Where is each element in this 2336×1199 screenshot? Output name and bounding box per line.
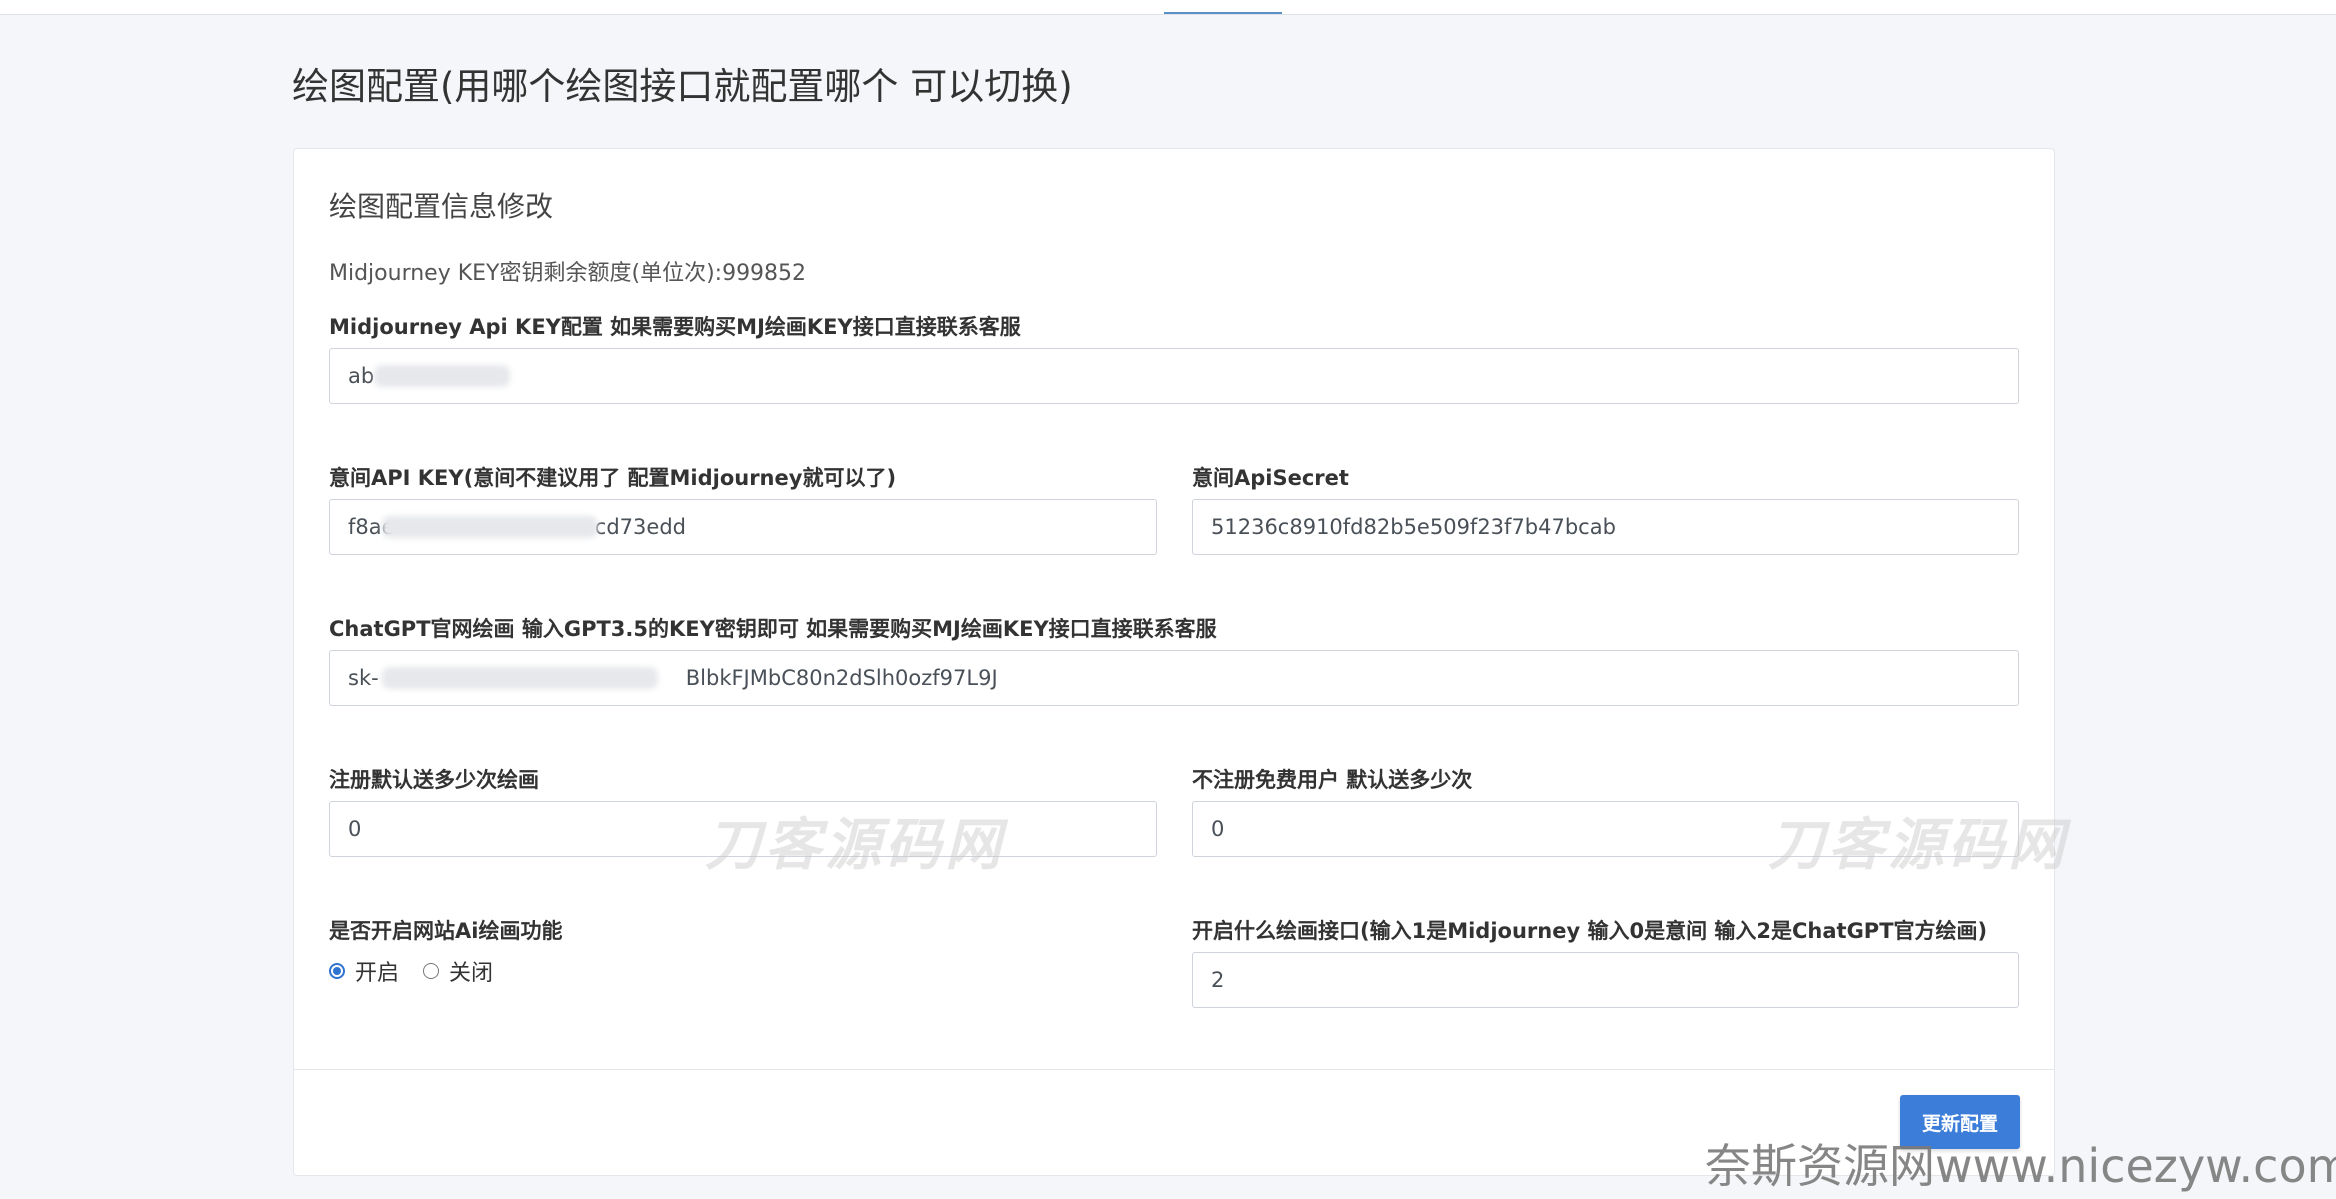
draw-api-label: 开启什么绘画接口(输入1是Midjourney 输入0是意间 输入2是ChatG…	[1192, 919, 1988, 943]
card-footer-divider	[294, 1069, 2054, 1070]
chatgpt-key-label: ChatGPT官网绘画 输入GPT3.5的KEY密钥即可 如果需要购买MJ绘画K…	[329, 617, 1217, 641]
draw-api-input[interactable]	[1192, 952, 2019, 1008]
radio-disable-indicator[interactable]	[423, 963, 440, 979]
enable-ai-draw-radio-group: 开启 关闭	[329, 955, 517, 987]
enable-ai-draw-label: 是否开启网站Ai绘画功能	[329, 919, 563, 943]
redaction-blur	[382, 516, 598, 538]
register-default-input[interactable]	[329, 801, 1157, 857]
watermark-corner: 奈斯资源网www.nicezyw.com	[1705, 1139, 2336, 1193]
page-title: 绘图配置(用哪个绘图接口就配置哪个 可以切换)	[292, 65, 1073, 108]
radio-enable[interactable]: 开启	[329, 955, 399, 987]
yijian-key-label: 意间API KEY(意间不建议用了 配置Midjourney就可以了)	[329, 466, 897, 490]
radio-enable-indicator[interactable]	[329, 963, 345, 979]
yijian-secret-label: 意间ApiSecret	[1192, 466, 1349, 490]
guest-default-label: 不注册免费用户 默认送多少次	[1192, 768, 1473, 792]
redaction-blur	[374, 365, 510, 387]
redaction-blur	[382, 667, 658, 689]
radio-disable-label: 关闭	[449, 961, 494, 986]
register-default-label: 注册默认送多少次绘画	[329, 768, 539, 792]
mj-quota-text: Midjourney KEY密钥剩余额度(单位次):999852	[329, 261, 807, 286]
card-title: 绘图配置信息修改	[329, 190, 554, 223]
radio-enable-label: 开启	[355, 961, 400, 986]
mj-key-input[interactable]	[329, 348, 2019, 404]
mj-key-label: Midjourney Api KEY配置 如果需要购买MJ绘画KEY接口直接联系…	[329, 315, 1021, 339]
config-card: 绘图配置信息修改 Midjourney KEY密钥剩余额度(单位次):99985…	[293, 148, 2055, 1176]
guest-default-input[interactable]	[1192, 801, 2019, 857]
yijian-secret-input[interactable]	[1192, 499, 2019, 555]
active-tab-indicator	[1164, 12, 1282, 14]
top-navbar	[0, 0, 2336, 15]
radio-disable[interactable]: 关闭	[423, 955, 493, 987]
